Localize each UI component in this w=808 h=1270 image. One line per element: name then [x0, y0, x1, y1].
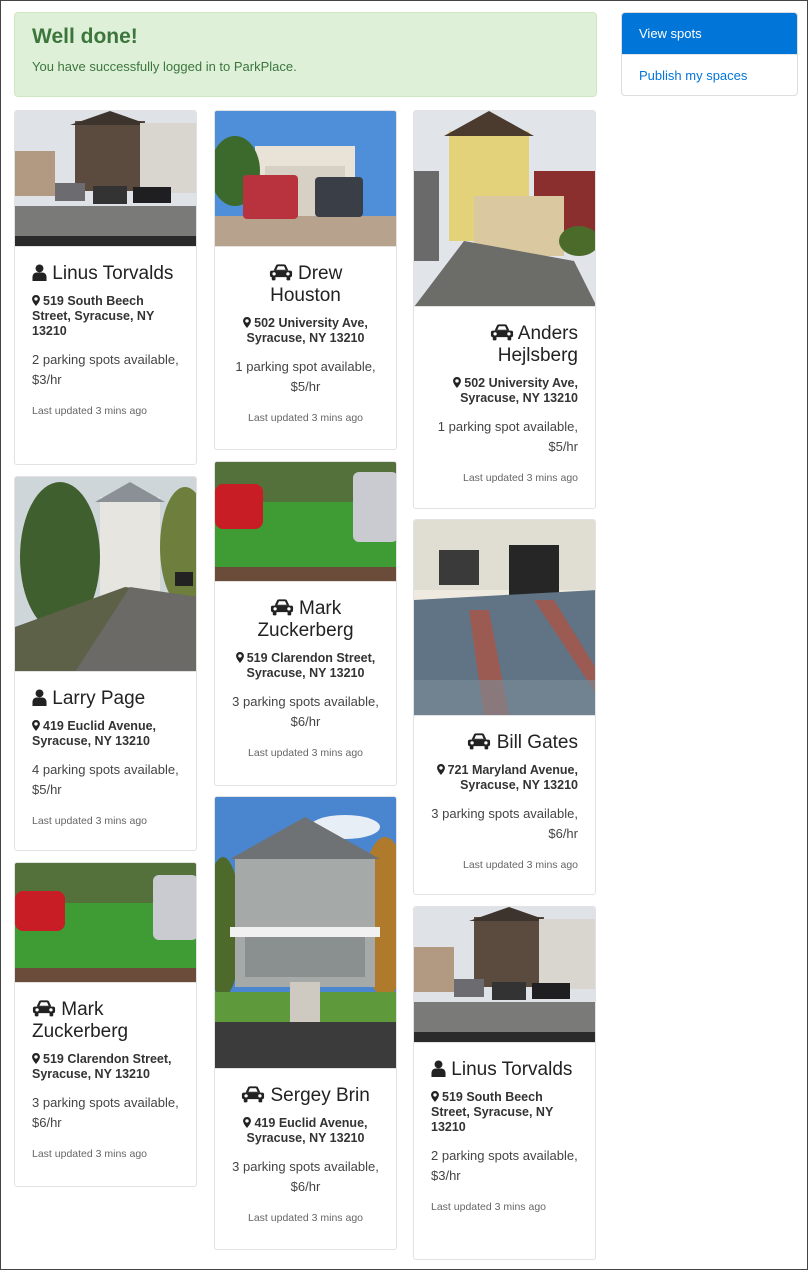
car-icon	[490, 324, 514, 341]
map-marker-icon	[431, 1091, 439, 1102]
listing-photo-victorian-house	[215, 797, 396, 1069]
listing-card[interactable]: Larry Page 419 Euclid Avenue, Syracuse, …	[14, 476, 197, 851]
last-updated: Last updated 3 mins ago	[32, 405, 147, 417]
listing-photo-house-driveway	[15, 477, 196, 672]
car-icon	[241, 1086, 265, 1103]
availability-text: 2 parking spots available, $3/hr	[431, 1148, 578, 1183]
last-updated: Last updated 3 mins ago	[463, 859, 578, 871]
listing-card[interactable]: Bill Gates 721 Maryland Avenue, Syracuse…	[413, 519, 596, 895]
availability-text: 1 parking spot available, $5/hr	[437, 419, 578, 454]
listing-address: 502 University Ave, Syracuse, NY 13210	[431, 376, 578, 406]
availability-text: 3 parking spots available, $6/hr	[431, 806, 578, 841]
listing-photo-paved-lot	[414, 520, 595, 716]
listing-card[interactable]: Linus Torvalds 519 South Beech Street, S…	[14, 110, 197, 465]
last-updated: Last updated 3 mins ago	[248, 412, 363, 424]
last-updated: Last updated 3 mins ago	[431, 1201, 546, 1213]
map-marker-icon	[32, 1053, 40, 1064]
nav-view-spots[interactable]: View spots	[622, 13, 797, 54]
availability-text: 4 parking spots available, $5/hr	[32, 762, 179, 797]
map-marker-icon	[453, 377, 461, 388]
listing-photo-houses	[15, 111, 196, 247]
listing-address: 519 Clarendon Street, Syracuse, NY 13210	[232, 651, 379, 681]
user-icon	[431, 1060, 446, 1077]
listing-photo-houses	[414, 907, 595, 1043]
listing-card[interactable]: Sergey Brin 419 Euclid Avenue, Syracuse,…	[214, 796, 397, 1250]
listing-photo-cars-lawn	[15, 863, 196, 983]
listing-photo-cars-lawn	[215, 462, 396, 582]
availability-text: 1 parking spot available, $5/hr	[235, 359, 376, 394]
listing-card[interactable]: Drew Houston 502 University Ave, Syracus…	[214, 110, 397, 450]
availability-text: 3 parking spots available, $6/hr	[32, 1095, 179, 1130]
owner-name: Mark Zuckerberg	[257, 598, 354, 641]
last-updated: Last updated 3 mins ago	[463, 472, 578, 484]
listing-photo-yellow-house	[414, 111, 595, 307]
listing-card[interactable]: Anders Hejlsberg 502 University Ave, Syr…	[413, 110, 596, 509]
listing-address: 419 Euclid Avenue, Syracuse, NY 13210	[32, 719, 157, 748]
listing-address: 721 Maryland Avenue, Syracuse, NY 13210	[431, 763, 578, 793]
alert-title: Well done!	[32, 25, 138, 48]
last-updated: Last updated 3 mins ago	[32, 1148, 147, 1160]
listing-address: 519 Clarendon Street, Syracuse, NY 13210	[32, 1052, 172, 1081]
listing-photo-garage	[215, 111, 396, 247]
map-marker-icon	[243, 1117, 251, 1128]
last-updated: Last updated 3 mins ago	[32, 815, 147, 827]
owner-name: Larry Page	[32, 688, 179, 710]
map-marker-icon	[243, 317, 251, 328]
last-updated: Last updated 3 mins ago	[248, 1212, 363, 1224]
car-icon	[269, 264, 293, 281]
user-icon	[32, 264, 47, 281]
listing-address: 519 South Beech Street, Syracuse, NY 132…	[32, 294, 155, 338]
car-icon	[270, 599, 294, 616]
owner-name: Linus Torvalds	[431, 1059, 578, 1081]
map-marker-icon	[236, 652, 244, 663]
listing-address: 519 South Beech Street, Syracuse, NY 132…	[431, 1090, 554, 1134]
car-icon	[32, 1000, 56, 1017]
user-icon	[32, 689, 47, 706]
nav-publish-my-spaces[interactable]: Publish my spaces	[622, 54, 797, 95]
owner-name: Anders Hejlsberg	[431, 323, 578, 367]
success-alert: Well done! You have successfully logged …	[14, 12, 597, 97]
availability-text: 2 parking spots available, $3/hr	[32, 352, 179, 387]
availability-text: 3 parking spots available, $6/hr	[232, 694, 379, 729]
owner-name: Drew Houston	[269, 263, 343, 306]
listing-card[interactable]: Mark Zuckerberg 519 Clarendon Street, Sy…	[214, 461, 397, 786]
owner-name: Sergey Brin	[232, 1085, 379, 1107]
side-nav: View spots Publish my spaces	[621, 12, 798, 96]
listing-card[interactable]: Mark Zuckerberg 519 Clarendon Street, Sy…	[14, 862, 197, 1187]
owner-name: Linus Torvalds	[32, 263, 179, 285]
availability-text: 3 parking spots available, $6/hr	[232, 1159, 379, 1194]
last-updated: Last updated 3 mins ago	[248, 747, 363, 759]
listing-address: 502 University Ave, Syracuse, NY 13210	[232, 316, 379, 346]
owner-name: Mark Zuckerberg	[32, 999, 129, 1042]
listing-address: 419 Euclid Avenue, Syracuse, NY 13210	[232, 1116, 379, 1146]
alert-message: You have successfully logged in to ParkP…	[32, 59, 297, 74]
listing-card[interactable]: Linus Torvalds 519 South Beech Street, S…	[413, 906, 596, 1260]
owner-name: Bill Gates	[431, 732, 578, 754]
map-marker-icon	[32, 295, 40, 306]
map-marker-icon	[32, 720, 40, 731]
car-icon	[467, 733, 491, 750]
map-marker-icon	[437, 764, 445, 775]
